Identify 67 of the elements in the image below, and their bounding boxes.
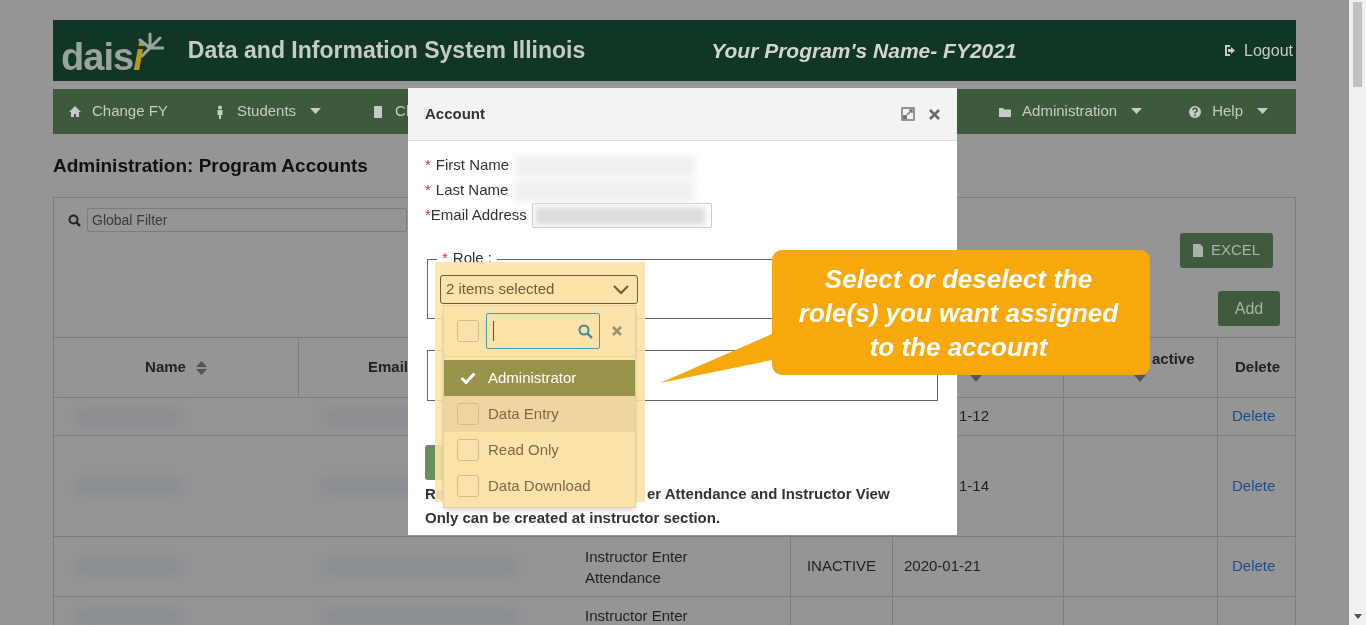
required-mark: * <box>425 180 431 201</box>
table-cell-text: Instructor Enter <box>585 606 689 625</box>
delete-link[interactable]: Delete <box>1232 555 1276 578</box>
field-label: Email Address <box>430 205 527 226</box>
excel-button[interactable]: EXCEL <box>1180 233 1273 268</box>
callout-text: Select or deselect the role(s) you want assigned to the account <box>797 263 1120 364</box>
nav-item[interactable]: Help <box>1188 100 1268 123</box>
delete-link[interactable]: Delete <box>1232 405 1276 428</box>
program-name: Your Program's Name- FY2021 <box>711 37 1017 64</box>
text-cursor <box>492 321 494 341</box>
required-mark: * <box>442 248 448 268</box>
app-title: Data and Information System Illinois <box>187 36 586 66</box>
scroll-down-icon[interactable] <box>1353 614 1362 619</box>
dropdown-option[interactable]: Data Download <box>444 468 635 504</box>
field-label: First Name <box>435 155 510 176</box>
close-icon <box>929 108 940 120</box>
logout-link[interactable]: Logout <box>1224 38 1293 63</box>
search-field[interactable] <box>485 313 600 349</box>
close-icon <box>612 326 622 336</box>
search-icon <box>68 213 81 227</box>
scrollbar[interactable] <box>1349 0 1366 625</box>
email-field[interactable] <box>531 203 712 228</box>
option-checkbox[interactable] <box>457 439 479 461</box>
note-text: er Attendance and Instructor View <box>647 484 890 504</box>
option-checkbox[interactable] <box>457 475 479 497</box>
table-cell-text: Instructor Enter Attendance <box>585 546 689 588</box>
required-mark: * <box>425 155 431 176</box>
field-label: Last Name <box>435 180 509 201</box>
select-all-checkbox[interactable] <box>457 320 479 342</box>
nav-item[interactable]: Students <box>212 100 322 123</box>
sort-down-icon <box>970 375 982 382</box>
search-icon <box>578 323 593 339</box>
dropdown-option[interactable]: Read Only <box>444 432 635 468</box>
dialog-title: Account <box>425 103 485 124</box>
add-button[interactable]: Add <box>1218 291 1280 326</box>
dropdown-option[interactable]: Data Entry <box>444 396 635 432</box>
maximize-icon <box>901 107 915 121</box>
table-cell-text: 2020-01-21 <box>904 556 981 577</box>
maximize-button[interactable] <box>901 107 915 121</box>
page-title: Administration: Program Accounts <box>53 155 368 177</box>
column-header[interactable]: Name <box>54 338 299 397</box>
note-text: Only can be created at instructor section. <box>425 508 721 528</box>
nav-item[interactable]: Cl <box>371 100 410 123</box>
role-dropdown[interactable]: 2 items selected <box>440 275 638 304</box>
table-cell-text: INACTIVE <box>806 556 877 577</box>
filter-field[interactable]: Global Filter <box>87 208 407 232</box>
chevron-down-icon <box>613 284 629 295</box>
clear-button[interactable] <box>612 326 622 336</box>
dropdown-option[interactable]: Administrator <box>444 360 635 396</box>
nav-item[interactable]: Administration <box>998 100 1143 123</box>
column-header[interactable]: Delete <box>1218 338 1297 397</box>
table-cell-text: 1-12 <box>959 406 990 427</box>
help-icon <box>1188 104 1203 119</box>
sort-down-icon <box>1134 375 1146 382</box>
checkmark-icon <box>460 372 476 384</box>
home-icon <box>68 104 82 119</box>
close-button[interactable] <box>929 108 940 120</box>
role-label: Role : <box>452 248 493 268</box>
table-cell-text: 1-14 <box>959 475 990 496</box>
delete-link[interactable]: Delete <box>1232 474 1276 498</box>
sort-icon <box>195 360 207 375</box>
nav-item[interactable]: Change FY <box>68 100 168 123</box>
required-mark: * <box>425 205 431 226</box>
daisi-logo: daisi <box>61 25 164 76</box>
option-checkbox[interactable] <box>457 403 479 425</box>
scrollbar-thumb[interactable] <box>1353 2 1362 87</box>
file-icon <box>1192 244 1203 257</box>
